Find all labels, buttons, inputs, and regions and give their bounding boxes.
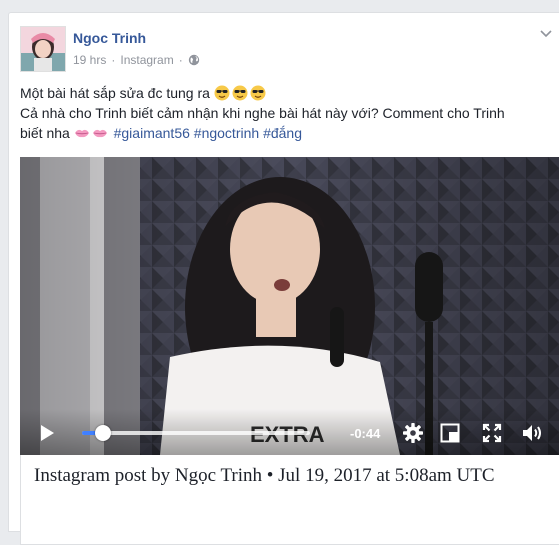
meta-separator-2: · — [178, 53, 183, 67]
avatar-photo — [21, 27, 65, 71]
post-meta: 19 hrs · Instagram · — [73, 53, 200, 67]
meta-separator: · — [111, 53, 116, 67]
post-card: Ngoc Trinh 19 hrs · Instagram · Một bài … — [8, 12, 559, 545]
video-controls: -0:44 — [20, 409, 559, 455]
post-text-line-3-text: biết nha — [20, 125, 70, 141]
avatar[interactable] — [20, 26, 66, 72]
play-icon[interactable] — [38, 423, 56, 443]
link-preview-title[interactable]: Instagram post by Ngọc Trinh • Jul 19, 2… — [34, 464, 534, 488]
post-text-line-2: Cả nhà cho Trinh biết cảm nhận khi nghe … — [20, 105, 505, 121]
hashtag-link[interactable]: #đắng — [263, 125, 302, 141]
video-progress-handle[interactable] — [94, 425, 111, 441]
settings-gear-icon[interactable] — [402, 422, 424, 444]
kiss-lips-emoji — [92, 129, 107, 138]
hashtag-link[interactable]: #giaimant56 — [114, 125, 190, 141]
picture-in-picture-icon[interactable] — [440, 423, 460, 443]
video-remaining-time: -0:44 — [350, 426, 381, 441]
video-progress-bar[interactable] — [82, 425, 310, 441]
sunglasses-emoji — [214, 85, 230, 101]
fullscreen-icon[interactable] — [482, 423, 502, 443]
volume-icon[interactable] — [521, 423, 545, 443]
post-source[interactable]: Instagram — [120, 53, 173, 67]
post-text-line-1-text: Một bài hát sắp sửa đc tung ra — [20, 85, 210, 101]
post-text-line-3: biết nha #giaimant56 #ngoctrinh #đắng — [20, 123, 550, 143]
globe-icon[interactable] — [188, 54, 200, 66]
link-preview[interactable]: Instagram post by Ngọc Trinh • Jul 19, 2… — [20, 455, 559, 545]
hashtag-link[interactable]: #ngoctrinh — [194, 125, 259, 141]
post-timestamp[interactable]: 19 hrs — [73, 53, 106, 67]
sunglasses-emoji — [232, 85, 248, 101]
kiss-lips-emoji — [74, 129, 89, 138]
post-author-name[interactable]: Ngoc Trinh — [73, 30, 146, 46]
post-text-line-1: Một bài hát sắp sửa đc tung ra — [20, 83, 550, 103]
post-text: Một bài hát sắp sửa đc tung ra Cả nhà ch… — [20, 83, 550, 143]
video-player[interactable]: EXTRA -0:44 — [20, 157, 559, 455]
chevron-down-icon[interactable] — [537, 25, 555, 43]
sunglasses-emoji — [250, 85, 266, 101]
